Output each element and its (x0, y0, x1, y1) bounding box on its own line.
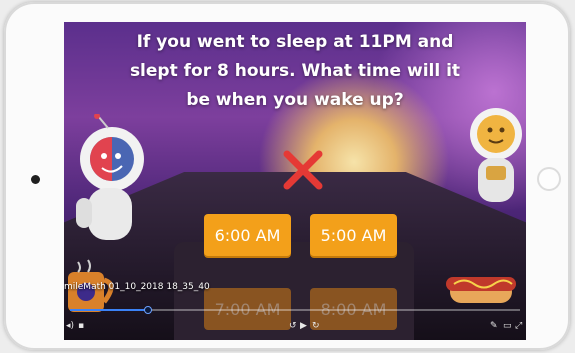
forward-icon[interactable]: ↻ (312, 321, 320, 331)
hotdog-icon (446, 277, 516, 303)
answer-button-2[interactable]: 5:00 AM (310, 214, 397, 256)
game-screen: If you went to sleep at 11PM and slept f… (64, 22, 526, 340)
camera-dot (31, 175, 40, 184)
rewind-icon[interactable]: ↺ (289, 321, 297, 331)
question-line-3: be when you wake up? (186, 90, 404, 110)
answer-button-1[interactable]: 6:00 AM (204, 214, 291, 256)
question-line-2: slept for 8 hours. What time will it (129, 61, 461, 81)
video-progress-fill (70, 309, 147, 311)
astronaut-right-icon (470, 108, 522, 202)
wrong-x-icon (283, 150, 323, 190)
caption-icon[interactable]: ▪ (78, 321, 84, 331)
edit-icon[interactable]: ✎ (490, 321, 498, 331)
home-button[interactable] (537, 167, 561, 191)
tablet-frame: If you went to sleep at 11PM and slept f… (4, 2, 570, 350)
astronaut-left-icon (76, 114, 144, 240)
window-icon[interactable]: ▭ (503, 321, 512, 331)
fullscreen-icon[interactable]: ⤢ (515, 321, 522, 331)
question-line-1: If you went to sleep at 11PM and (136, 32, 454, 52)
video-progress-bar[interactable] (70, 306, 520, 314)
video-filename: mileMath 01_10_2018 18_35_40 (64, 282, 210, 292)
volume-icon[interactable]: ◂) (66, 321, 74, 331)
play-icon[interactable]: ▶ (300, 321, 307, 331)
video-progress-knob[interactable] (143, 306, 152, 314)
question-text: If you went to sleep at 11PM and slept f… (74, 28, 516, 115)
